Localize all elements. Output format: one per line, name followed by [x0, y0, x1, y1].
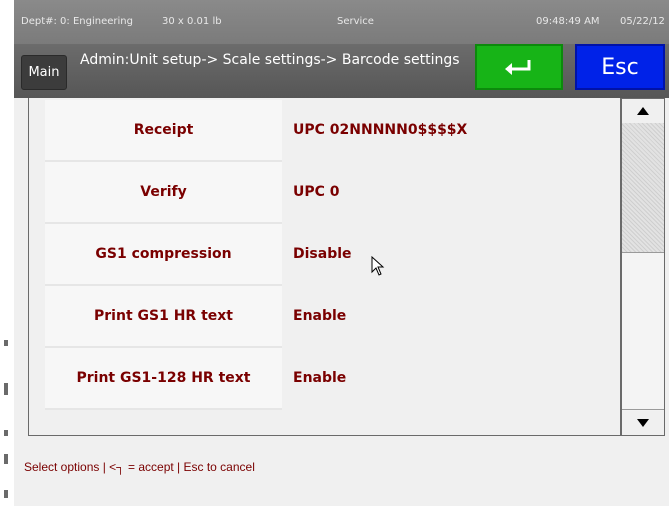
triangle-up-icon: [637, 107, 649, 115]
date-text: 05/22/12: [620, 16, 665, 27]
list-item[interactable]: Verify UPC 0: [45, 162, 620, 224]
setting-label[interactable]: Verify: [45, 162, 282, 224]
main-button[interactable]: Main: [21, 55, 67, 90]
setting-label[interactable]: Print GS1 HR text: [45, 286, 282, 348]
footer-hint: Select options | <┐ = accept | Esc to ca…: [24, 460, 255, 474]
scroll-thumb[interactable]: [622, 252, 664, 410]
list-item[interactable]: Receipt UPC 02NNNNN0$$$$X: [45, 100, 620, 162]
setting-value: UPC 0: [293, 184, 340, 200]
setting-value: Enable: [293, 308, 347, 324]
scroll-track[interactable]: [622, 123, 664, 252]
scrollbar[interactable]: [621, 98, 665, 436]
scroll-up-button[interactable]: [622, 99, 664, 123]
title-bar: Main Admin:Unit setup-> Scale settings->…: [14, 44, 669, 98]
triangle-down-icon: [637, 419, 649, 427]
setting-value: UPC 02NNNNN0$$$$X: [293, 122, 468, 138]
breadcrumb: Admin:Unit setup-> Scale settings-> Barc…: [80, 52, 460, 68]
time-text: 09:48:49 AM: [536, 16, 600, 27]
mode-text: Service: [337, 16, 374, 27]
footer: Select options | <┐ = accept | Esc to ca…: [14, 436, 669, 506]
setting-label[interactable]: Receipt: [45, 100, 282, 162]
capacity-text: 30 x 0.01 lb: [162, 16, 222, 27]
app-window: Dept#: 0: Engineering 30 x 0.01 lb Servi…: [14, 0, 669, 506]
enter-arrow-icon: [505, 60, 531, 75]
list-item[interactable]: Print GS1 HR text Enable: [45, 286, 620, 348]
list-item[interactable]: GS1 compression Disable: [45, 224, 620, 286]
mouse-cursor-icon: [371, 256, 385, 276]
status-bar: Dept#: 0: Engineering 30 x 0.01 lb Servi…: [14, 0, 669, 44]
list-item[interactable]: Print GS1-128 HR text Enable: [45, 348, 620, 410]
scroll-down-button[interactable]: [622, 411, 664, 435]
settings-list: Receipt UPC 02NNNNN0$$$$X Verify UPC 0 G…: [28, 98, 621, 436]
setting-value: Disable: [293, 246, 352, 262]
setting-label[interactable]: Print GS1-128 HR text: [45, 348, 282, 410]
setting-label[interactable]: GS1 compression: [45, 224, 282, 286]
desktop-background: [0, 0, 14, 506]
esc-button[interactable]: Esc: [575, 44, 665, 90]
dept-text: Dept#: 0: Engineering: [21, 16, 133, 27]
setting-value: Enable: [293, 370, 347, 386]
accept-button[interactable]: [475, 44, 563, 90]
